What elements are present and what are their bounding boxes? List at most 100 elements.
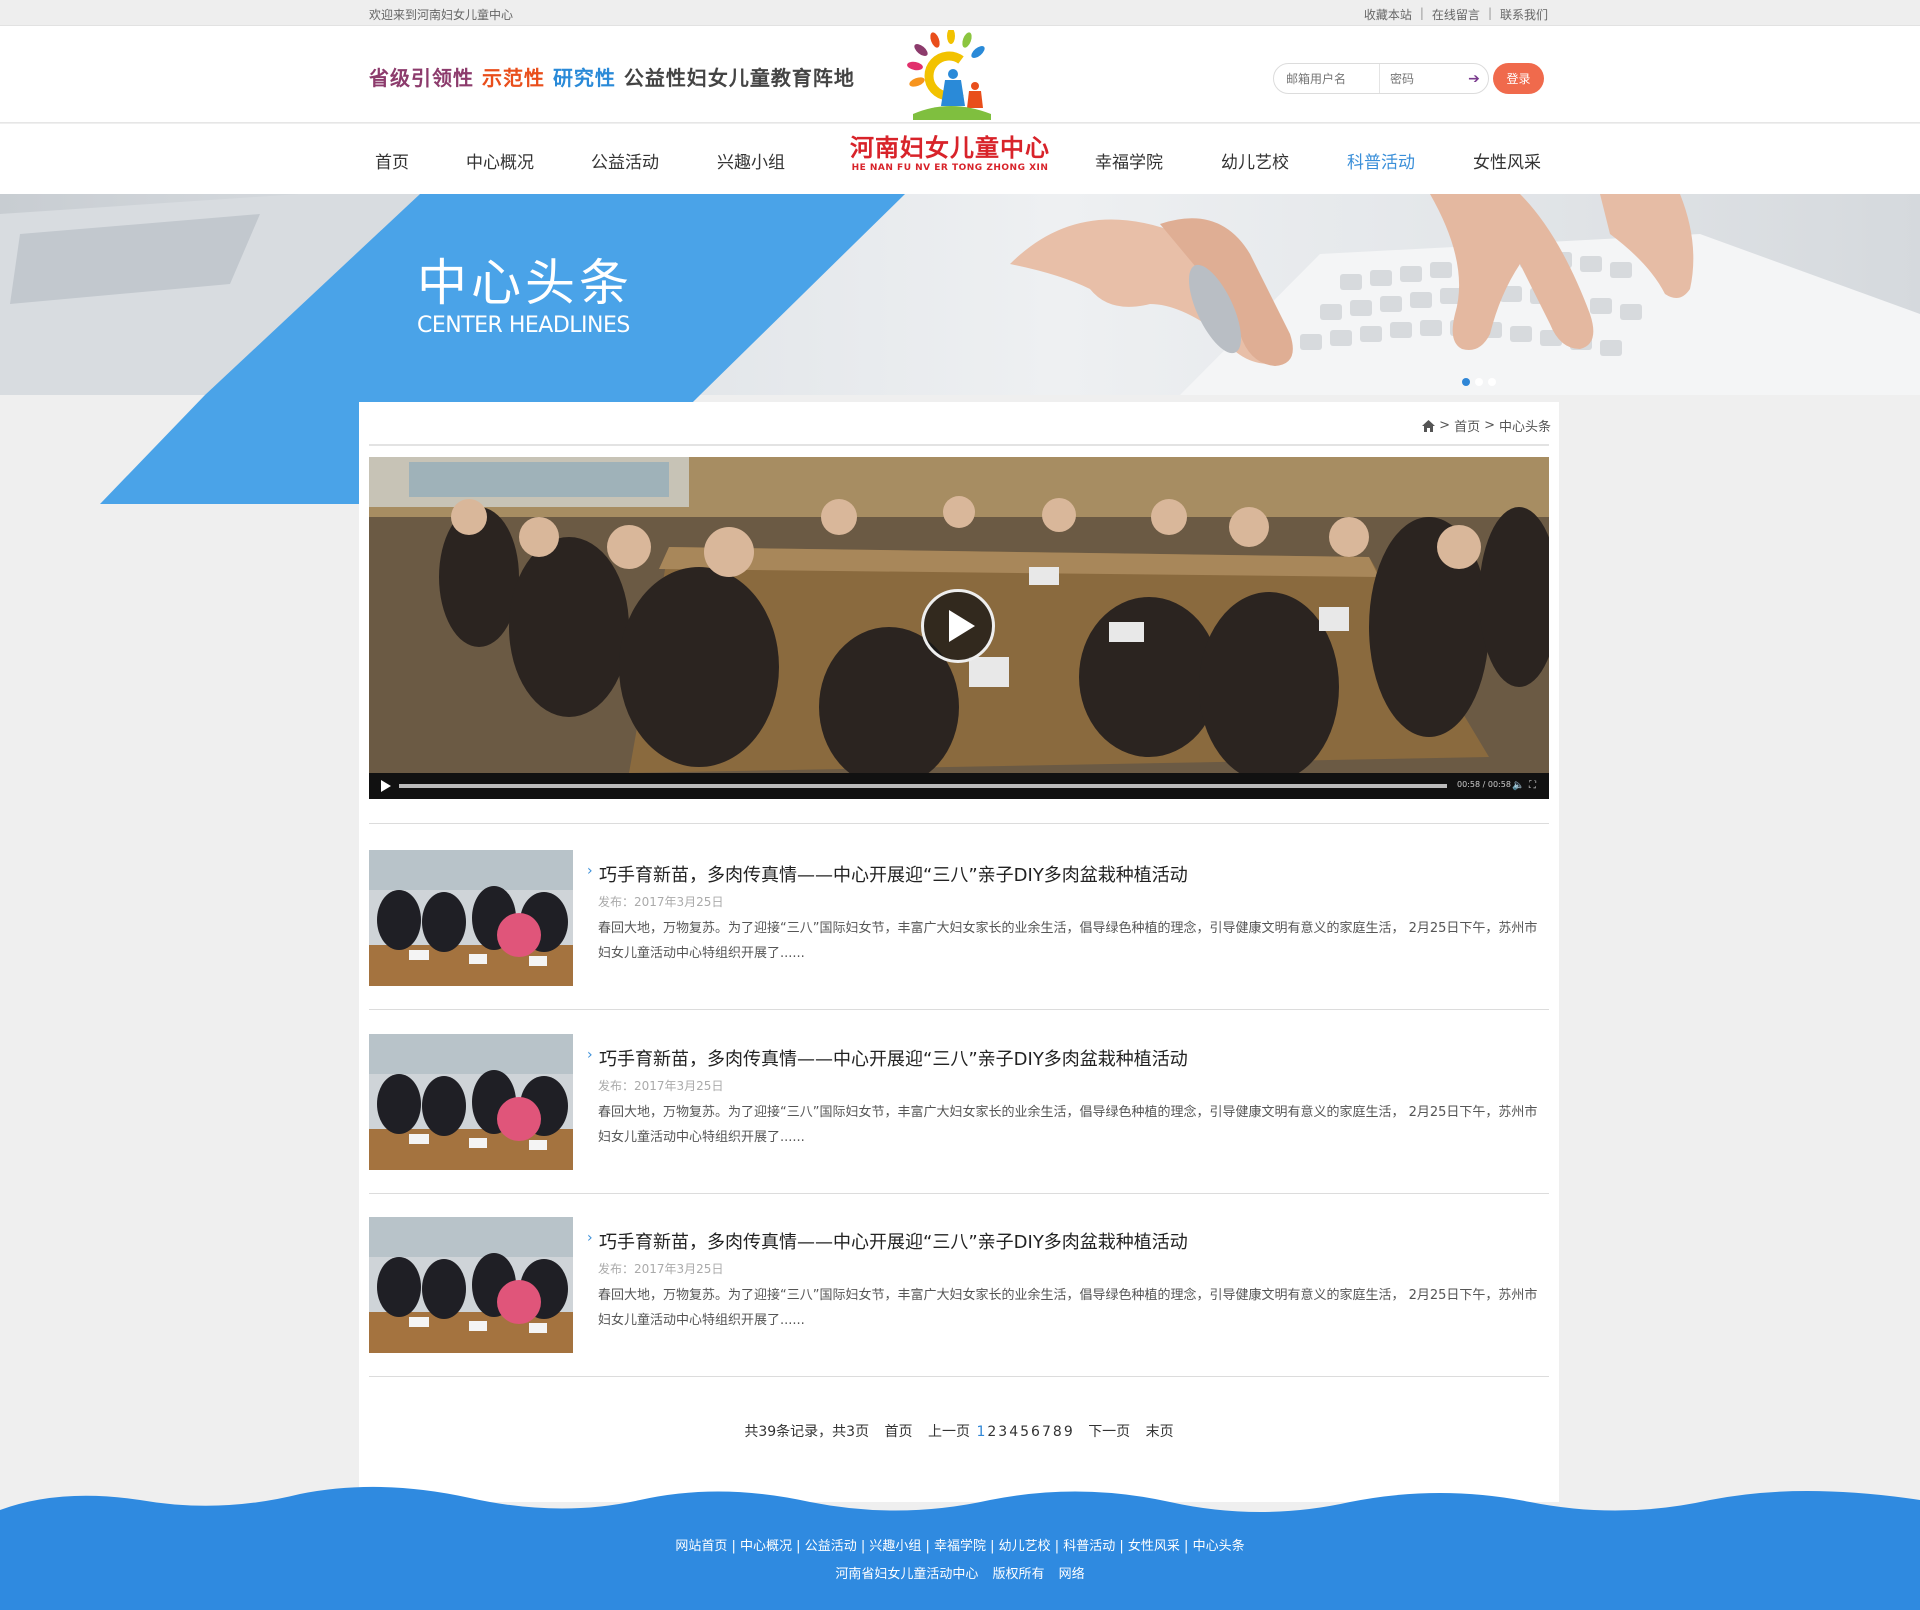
news-description: 春回大地，万物复苏。为了迎接“三八”国际妇女节，丰富广大妇女家长的业余生活，倡导… bbox=[598, 1288, 1538, 1328]
footer-links[interactable]: 网站首页 | 中心概况 | 公益活动 | 兴趣小组 | 幸福学院 | 幼儿艺校 … bbox=[0, 1535, 1920, 1554]
banner: 中心头条 CENTER HEADLINES bbox=[0, 194, 1920, 395]
first-page-link[interactable]: 首页 bbox=[885, 1424, 913, 1440]
footer-rights: 版权所有 bbox=[992, 1567, 1045, 1582]
current-time: 00:58 bbox=[1457, 780, 1481, 789]
top-bar: 欢迎来到河南妇女儿童中心 收藏本站 | 在线留言 | 联系我们 bbox=[0, 0, 1920, 26]
nav-item-science[interactable]: 科普活动 bbox=[1347, 148, 1415, 173]
nav-item-kids-art[interactable]: 幼儿艺校 bbox=[1221, 148, 1289, 173]
divider bbox=[369, 444, 1549, 446]
page-link-3[interactable]: 3 bbox=[998, 1424, 1007, 1440]
slogan: 省级引领性 示范性 研究性 公益性妇女儿童教育阵地 bbox=[369, 62, 855, 91]
news-item[interactable]: › 巧手育新苗，多肉传真情——中心开展迎“三八”亲子DIY多肉盆栽种植活动 发布… bbox=[369, 1034, 1549, 1170]
page-link-1[interactable]: 1 bbox=[976, 1424, 985, 1440]
duration: 00:58 bbox=[1487, 780, 1511, 789]
contact-link[interactable]: 联系我们 bbox=[1500, 6, 1548, 23]
main-content: > 首页 > 中心头条 00:58 / 00:58 🔈 ⛶ › 巧手育新苗，多肉… bbox=[359, 402, 1559, 1502]
slogan-part: 公益性妇女儿童教育阵地 bbox=[623, 66, 855, 90]
page-link-4[interactable]: 4 bbox=[1009, 1424, 1018, 1440]
video-controls: 00:58 / 00:58 🔈 ⛶ bbox=[369, 773, 1549, 799]
breadcrumb-separator: > bbox=[1439, 418, 1451, 433]
bookmark-link[interactable]: 收藏本站 bbox=[1364, 6, 1412, 23]
footer-org: 河南省妇女儿童活动中心 bbox=[835, 1567, 979, 1582]
video-player[interactable]: 00:58 / 00:58 🔈 ⛶ bbox=[369, 457, 1549, 799]
news-date: 发布：2017年3月25日 bbox=[598, 1079, 724, 1093]
bullet-arrow-icon: › bbox=[587, 863, 593, 879]
news-description: 春回大地，万物复苏。为了迎接“三八”国际妇女节，丰富广大妇女家长的业余生活，倡导… bbox=[598, 921, 1538, 961]
news-title[interactable]: 巧手育新苗，多肉传真情——中心开展迎“三八”亲子DIY多肉盆栽种植活动 bbox=[599, 1228, 1188, 1254]
divider bbox=[369, 1193, 1549, 1194]
slider-dots bbox=[1462, 378, 1496, 386]
time-separator: / bbox=[1482, 780, 1486, 789]
news-description: 春回大地，万物复苏。为了迎接“三八”国际妇女节，丰富广大妇女家长的业余生活，倡导… bbox=[598, 1105, 1538, 1145]
breadcrumb-home[interactable]: 首页 bbox=[1454, 416, 1480, 435]
prev-page-link[interactable]: 上一页 bbox=[928, 1424, 970, 1440]
news-thumbnail[interactable] bbox=[369, 1217, 573, 1353]
login-form: ➔ bbox=[1273, 63, 1489, 94]
logo-text-en: HE NAN FU NV ER TONG ZHONG XIN bbox=[851, 163, 1049, 173]
logo-text-cn: 河南妇女儿童中心 bbox=[850, 134, 1050, 162]
last-page-link[interactable]: 末页 bbox=[1146, 1424, 1174, 1440]
slider-dot[interactable] bbox=[1462, 378, 1470, 386]
pagination: 共39条记录，共3页 首页 上一页 123456789 下一页 末页 bbox=[359, 1421, 1559, 1441]
breadcrumb-separator: > bbox=[1484, 418, 1495, 433]
bullet-arrow-icon: › bbox=[587, 1230, 593, 1246]
page-link-6[interactable]: 6 bbox=[1031, 1424, 1040, 1440]
banner-illustration bbox=[0, 194, 1920, 395]
time-display: 00:58 / 00:58 bbox=[1457, 780, 1511, 789]
divider bbox=[369, 1009, 1549, 1010]
nav-item-home[interactable]: 首页 bbox=[375, 148, 409, 173]
news-item[interactable]: › 巧手育新苗，多肉传真情——中心开展迎“三八”亲子DIY多肉盆栽种植活动 发布… bbox=[369, 850, 1549, 986]
page-link-9[interactable]: 9 bbox=[1064, 1424, 1073, 1440]
news-date: 发布：2017年3月25日 bbox=[598, 1262, 724, 1276]
fullscreen-icon[interactable]: ⛶ bbox=[1529, 780, 1536, 791]
welcome-text: 欢迎来到河南妇女儿童中心 bbox=[369, 8, 514, 22]
news-thumbnail[interactable] bbox=[369, 1034, 573, 1170]
top-links: 收藏本站 | 在线留言 | 联系我们 bbox=[1364, 6, 1548, 23]
news-item[interactable]: › 巧手育新苗，多肉传真情——中心开展迎“三八”亲子DIY多肉盆栽种植活动 发布… bbox=[369, 1217, 1549, 1353]
page-link-2[interactable]: 2 bbox=[987, 1424, 996, 1440]
page-link-7[interactable]: 7 bbox=[1042, 1424, 1051, 1440]
pagination-summary: 共39条记录，共3页 bbox=[744, 1424, 870, 1440]
page-link-8[interactable]: 8 bbox=[1053, 1424, 1062, 1440]
nav-item-overview[interactable]: 中心概况 bbox=[466, 148, 534, 173]
site-logo[interactable]: 河南妇女儿童中心 HE NAN FU NV ER TONG ZHONG XIN bbox=[835, 30, 1065, 180]
banner-title-cn: 中心头条 bbox=[417, 254, 633, 312]
online-message-link[interactable]: 在线留言 bbox=[1432, 6, 1480, 23]
username-input[interactable] bbox=[1274, 64, 1380, 93]
volume-icon[interactable]: 🔈 bbox=[1512, 780, 1524, 791]
divider bbox=[369, 1376, 1549, 1377]
login-button[interactable]: 登录 bbox=[1493, 63, 1544, 94]
play-icon[interactable] bbox=[381, 780, 391, 792]
banner-title-en: CENTER HEADLINES bbox=[417, 313, 630, 338]
slogan-part: 示范性 bbox=[481, 66, 545, 90]
page-link-5[interactable]: 5 bbox=[1020, 1424, 1029, 1440]
nav-item-women[interactable]: 女性风采 bbox=[1473, 148, 1541, 173]
news-thumbnail[interactable] bbox=[369, 850, 573, 986]
arrow-right-icon[interactable]: ➔ bbox=[1460, 71, 1488, 87]
footer-site: 网络 bbox=[1058, 1567, 1085, 1582]
home-icon[interactable] bbox=[1422, 419, 1436, 432]
slogan-part: 省级引领性 bbox=[369, 66, 474, 90]
news-title[interactable]: 巧手育新苗，多肉传真情——中心开展迎“三八”亲子DIY多肉盆栽种植活动 bbox=[599, 1045, 1188, 1071]
bullet-arrow-icon: › bbox=[587, 1047, 593, 1063]
password-input[interactable] bbox=[1380, 64, 1460, 93]
slider-dot[interactable] bbox=[1475, 378, 1483, 386]
news-title[interactable]: 巧手育新苗，多肉传真情——中心开展迎“三八”亲子DIY多肉盆栽种植活动 bbox=[599, 861, 1188, 887]
divider bbox=[369, 823, 1549, 824]
slogan-part: 研究性 bbox=[552, 66, 616, 90]
footer-copyright: 河南省妇女儿童活动中心 版权所有 网络 bbox=[0, 1563, 1920, 1582]
next-page-link[interactable]: 下一页 bbox=[1088, 1424, 1130, 1440]
nav-item-academy[interactable]: 幸福学院 bbox=[1095, 148, 1163, 173]
progress-bar[interactable] bbox=[399, 784, 1447, 788]
nav-item-interest[interactable]: 兴趣小组 bbox=[717, 148, 785, 173]
nav-item-charity[interactable]: 公益活动 bbox=[591, 148, 659, 173]
news-date: 发布：2017年3月25日 bbox=[598, 895, 724, 909]
divider: | bbox=[1487, 6, 1492, 20]
slider-dot[interactable] bbox=[1488, 378, 1496, 386]
divider: | bbox=[1419, 6, 1424, 20]
logo-emblem-icon bbox=[907, 30, 991, 120]
breadcrumb: > 首页 > 中心头条 bbox=[1422, 416, 1551, 435]
breadcrumb-current: 中心头条 bbox=[1498, 420, 1551, 435]
banner-headline: 中心头条 CENTER HEADLINES bbox=[417, 254, 633, 340]
play-button[interactable] bbox=[921, 589, 995, 663]
